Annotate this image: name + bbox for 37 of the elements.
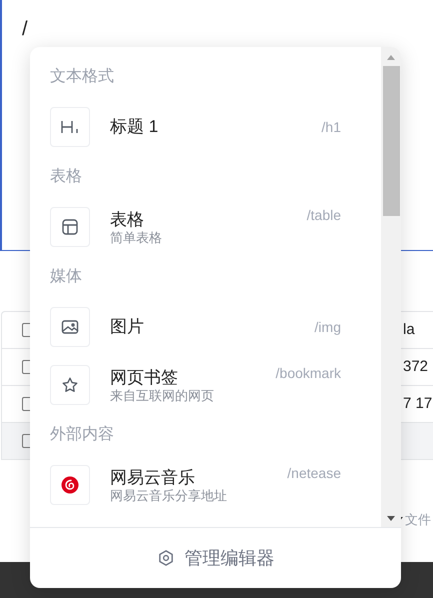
item-command: /table bbox=[306, 206, 341, 225]
section-title: 表格 bbox=[50, 166, 83, 187]
item-description: 简单表格 bbox=[110, 230, 163, 244]
item-label: 表格 bbox=[110, 210, 145, 230]
menu-item[interactable]: 标题 1 /h1 bbox=[50, 107, 361, 147]
editor-text: / bbox=[22, 18, 28, 40]
heading-icon bbox=[60, 119, 80, 135]
section-title: 文本格式 bbox=[50, 66, 115, 87]
item-label: 网页书签 bbox=[110, 368, 179, 388]
item-command: /h1 bbox=[322, 118, 341, 136]
scrollbar[interactable] bbox=[381, 47, 401, 527]
section-title: 外部内容 bbox=[50, 424, 115, 445]
table-cell-text: 372 bbox=[403, 356, 430, 377]
table-cell-text: la bbox=[403, 320, 416, 340]
item-label: 网易云音乐 bbox=[110, 468, 196, 488]
image-icon bbox=[61, 319, 79, 335]
manage-editor-button[interactable]: 管理编辑器 bbox=[156, 544, 274, 572]
item-label: 标题 1 bbox=[110, 117, 160, 137]
scroll-thumb[interactable] bbox=[382, 66, 400, 216]
music-logo-icon bbox=[61, 476, 79, 494]
section-title: 媒体 bbox=[50, 267, 83, 287]
settings-icon bbox=[156, 549, 174, 567]
item-command: /img bbox=[314, 318, 341, 337]
scroll-down-icon[interactable] bbox=[387, 516, 395, 521]
menu-item[interactable]: 网页书签 来自互联网的网页 /bookmark bbox=[50, 365, 361, 405]
item-command: /bookmark bbox=[276, 364, 341, 383]
star-icon bbox=[61, 376, 79, 394]
menu-item[interactable]: 图片 /img bbox=[50, 307, 361, 347]
item-description: 网易云音乐分享地址 bbox=[110, 488, 228, 502]
table-icon bbox=[61, 218, 79, 236]
item-label: 图片 bbox=[110, 317, 145, 337]
item-command: /netease bbox=[287, 464, 341, 483]
menu-item[interactable]: 表格 简单表格 /table bbox=[50, 207, 361, 247]
menu-item[interactable]: 网易云音乐 网易云音乐分享地址 /netease bbox=[50, 465, 361, 505]
item-description: 来自互联网的网页 bbox=[110, 388, 215, 402]
scroll-up-icon[interactable] bbox=[387, 55, 395, 60]
table-cell-text: 7 17 bbox=[403, 394, 433, 414]
